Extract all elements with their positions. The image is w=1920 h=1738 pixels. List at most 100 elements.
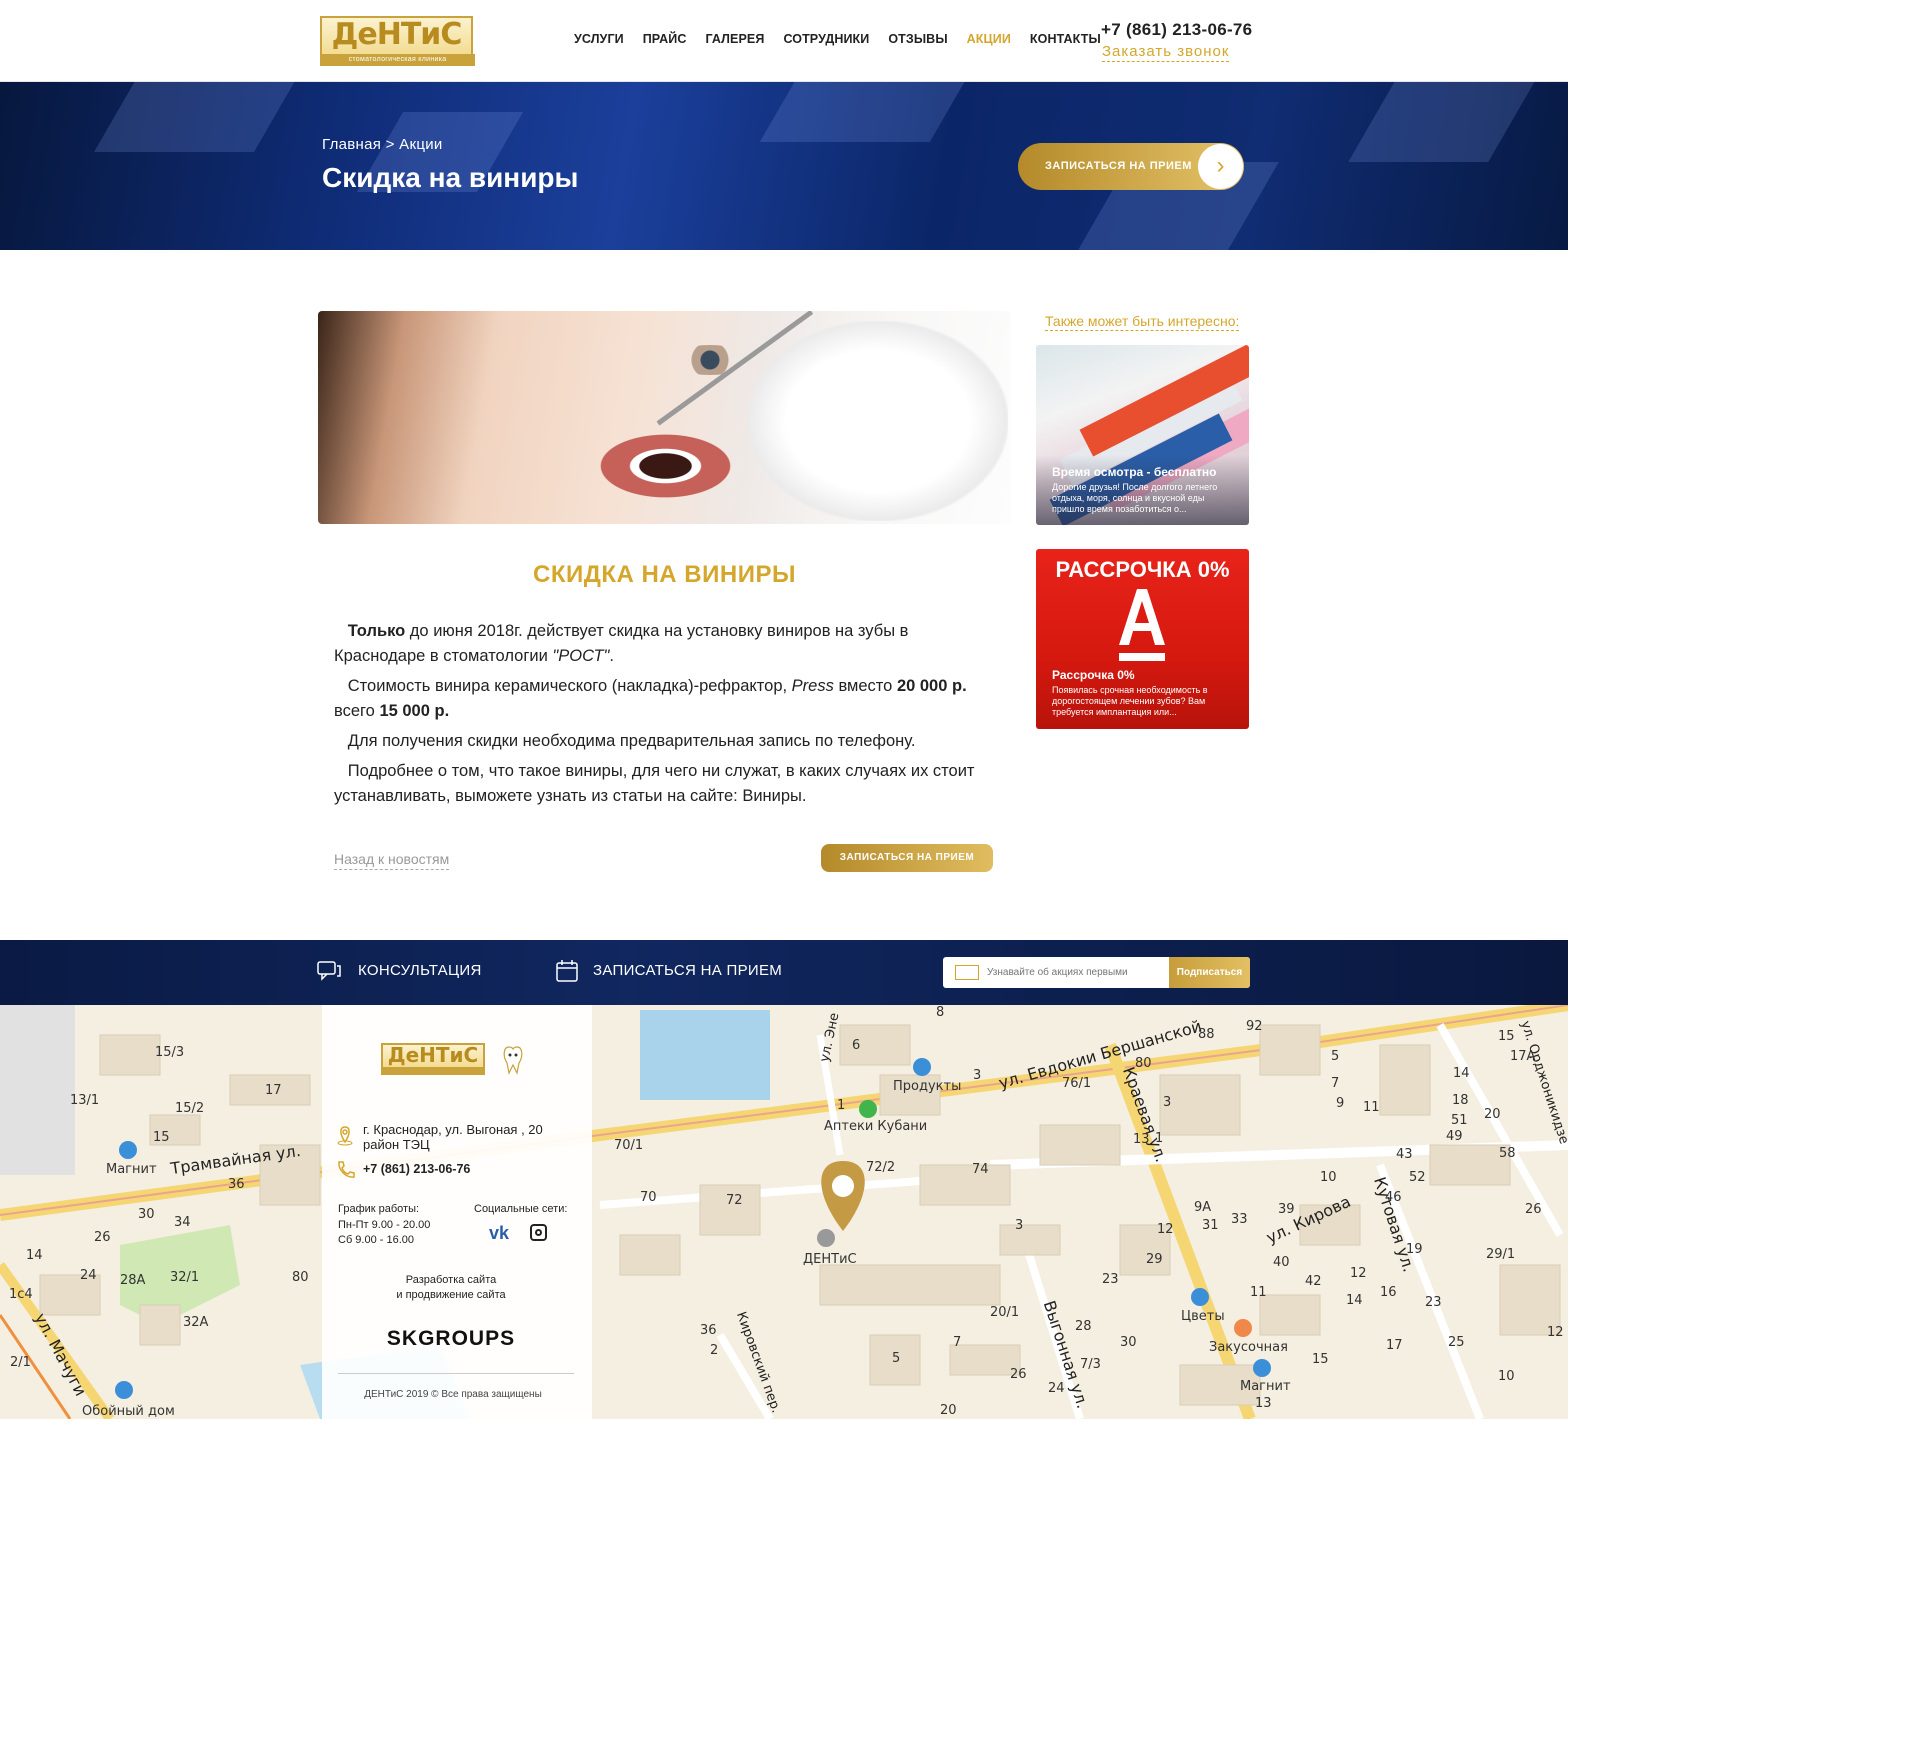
nav-item-gallery[interactable]: ГАЛЕРЕЯ [705, 32, 764, 46]
house-number: 43 [1396, 1147, 1413, 1162]
article-appointment-button[interactable]: ЗАПИСАТЬСЯ НА ПРИЕМ [821, 844, 993, 872]
nav-item-reviews[interactable]: ОТЗЫВЫ [888, 32, 947, 46]
place-label: Цветы [1181, 1309, 1225, 1324]
house-number: 80 [1135, 1056, 1152, 1071]
house-number: 20/1 [990, 1305, 1020, 1320]
house-number: 23 [1425, 1295, 1442, 1310]
footer-logo[interactable]: ДеНТиС [381, 1043, 485, 1075]
cta-band: КОНСУЛЬТАЦИЯ ЗАПИСАТЬСЯ НА ПРИЕМ Подписа… [0, 940, 1568, 1005]
eye-shape [670, 345, 750, 375]
credit-line: и продвижение сайта [396, 1289, 506, 1301]
vk-icon[interactable]: vk [489, 1223, 509, 1244]
old-price: 20 000 р. [896, 677, 967, 695]
house-number: 24 [80, 1268, 97, 1283]
house-number: 7/3 [1080, 1357, 1101, 1372]
house-number: 17А [1510, 1049, 1536, 1064]
house-number: 15 [153, 1130, 170, 1145]
house-number: 80 [292, 1270, 309, 1285]
house-number: 72/2 [866, 1160, 896, 1175]
new-price: 15 000 р. [379, 702, 450, 720]
appointment-button[interactable]: ЗАПИСАТЬСЯ НА ПРИЕМ › [1018, 143, 1244, 190]
chevron-right-icon: › [1198, 144, 1243, 189]
subscribe-email-input[interactable] [987, 964, 1167, 981]
appointment-link[interactable]: ЗАПИСАТЬСЯ НА ПРИЕМ [593, 962, 782, 979]
hero-decor-shape [94, 82, 306, 152]
house-number: 72 [726, 1193, 743, 1208]
house-number: 26 [94, 1230, 111, 1245]
text: Для получения скидки необходима предвари… [347, 732, 916, 750]
house-number: 15/2 [175, 1101, 205, 1116]
related-card[interactable]: Время осмотра - бесплатно Дорогие друзья… [1036, 345, 1249, 525]
house-number: 46 [1385, 1190, 1402, 1205]
house-number: 76/1 [1062, 1076, 1092, 1091]
nav-item-promotions[interactable]: АКЦИИ [967, 32, 1011, 46]
house-number: 51 [1451, 1113, 1468, 1128]
place-label: Аптеки Кубани [824, 1119, 928, 1134]
house-number: 3 [1163, 1095, 1172, 1110]
house-number: 11 [1250, 1285, 1267, 1300]
glove-shape [748, 321, 1008, 521]
house-number: 26 [1010, 1367, 1027, 1382]
article-image [318, 311, 1011, 524]
house-number: 30 [1120, 1335, 1137, 1350]
house-number: 32А [183, 1315, 209, 1330]
developer-logo[interactable]: SKGROUPS [322, 1327, 580, 1351]
house-number: 14 [1453, 1066, 1470, 1081]
card-title: Рассрочка 0% [1052, 668, 1135, 682]
appointment-button-label: ЗАПИСАТЬСЯ НА ПРИЕМ [1045, 160, 1192, 172]
breadcrumb[interactable]: Главная > Акции [322, 136, 443, 153]
house-number: 13 [1255, 1396, 1272, 1411]
logo-subtitle: стоматологическая клиника [320, 54, 475, 66]
nav-item-contacts[interactable]: КОНТАКТЫ [1030, 32, 1101, 46]
text: вместо [833, 677, 897, 695]
house-number: 29 [1146, 1252, 1163, 1267]
header-phone[interactable]: +7 (861) 213-06-76 [1101, 20, 1252, 40]
calendar-icon [556, 960, 578, 982]
article-paragraph: Стоимость винира керамического (накладка… [334, 674, 1004, 724]
house-number: 20 [1484, 1107, 1501, 1122]
house-number: 1 [1155, 1131, 1164, 1146]
logo-text: ДеНТиС [331, 17, 463, 52]
copyright: ДЕНТиС 2019 © Все права защищены [364, 1389, 542, 1400]
social-heading: Социальные сети: [474, 1203, 568, 1215]
article-heading: СКИДКА НА ВИНИРЫ [533, 561, 796, 588]
card-text: Появилась срочная необходимость в дорого… [1052, 685, 1208, 717]
house-number: 2 [710, 1343, 719, 1358]
banner-heading: РАССРОЧКА 0% [1055, 557, 1230, 582]
mouth-shape [583, 426, 733, 506]
house-number: 30 [138, 1207, 155, 1222]
house-number: 17 [1386, 1338, 1403, 1353]
house-number: 3 [973, 1068, 982, 1083]
house-number: 15/3 [155, 1045, 185, 1060]
house-number: 28А [120, 1273, 146, 1288]
house-number: 16 [1380, 1285, 1397, 1300]
location-pin-icon [821, 1161, 865, 1231]
chat-icon [317, 961, 341, 981]
text: Подробнее о том, что такое виниры, для ч… [334, 762, 975, 805]
divider [338, 1373, 574, 1374]
related-heading[interactable]: Также может быть интересно: [1045, 313, 1240, 331]
nav-item-services[interactable]: УСЛУГИ [574, 32, 624, 46]
house-number: 5 [1331, 1049, 1340, 1064]
house-number: 29/1 [1486, 1247, 1516, 1262]
footer-phone[interactable]: +7 (861) 213-06-76 [363, 1162, 470, 1176]
location-map[interactable]: Трамвайная ул. ул. Евдокии Бершанской Кр… [0, 1005, 1568, 1419]
back-to-news-link[interactable]: Назад к новостям [334, 850, 450, 870]
house-number: 8 [936, 1005, 945, 1020]
house-number: 15 [1498, 1029, 1515, 1044]
house-number: 3 [1015, 1218, 1024, 1233]
house-number: 7 [1331, 1076, 1340, 1091]
main-nav: УСЛУГИ ПРАЙС ГАЛЕРЕЯ СОТРУДНИКИ ОТЗЫВЫ А… [574, 32, 1120, 46]
consultation-link[interactable]: КОНСУЛЬТАЦИЯ [358, 962, 482, 979]
instagram-icon[interactable] [530, 1224, 547, 1241]
logo[interactable]: ДеНТиС стоматологическая клиника [320, 16, 475, 66]
related-card[interactable]: РАССРОЧКА 0% Рассрочка 0% Появилась сроч… [1036, 549, 1249, 729]
article-paragraph: Подробнее о том, что такое виниры, для ч… [334, 759, 1004, 809]
house-number: 17 [265, 1083, 282, 1098]
text: Стоимость винира керамического (накладка… [347, 677, 792, 695]
envelope-icon [955, 965, 979, 980]
nav-item-staff[interactable]: СОТРУДНИКИ [783, 32, 869, 46]
callback-link[interactable]: Заказать звонок [1102, 43, 1230, 62]
subscribe-button[interactable]: Подписаться [1169, 957, 1250, 988]
nav-item-prices[interactable]: ПРАЙС [643, 32, 687, 46]
